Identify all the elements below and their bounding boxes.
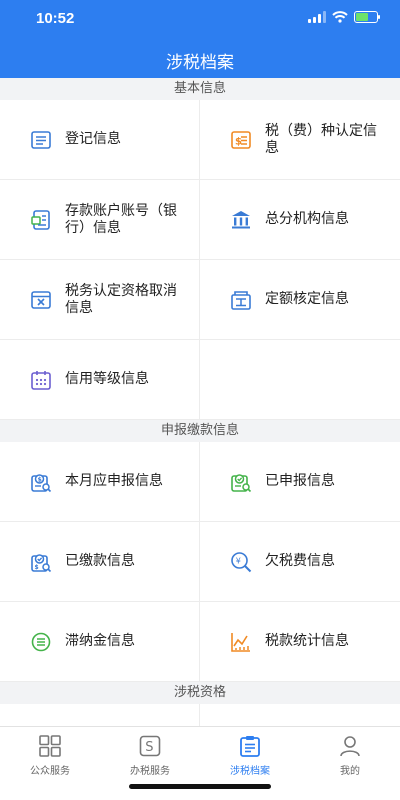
tab-label: 公众服务: [30, 766, 70, 777]
svg-text:$: $: [35, 564, 39, 571]
basic-info-grid: 登记信息 $ 税（费）种认定信息 存款账户账号（银行）信息 总分机构信息 税务认…: [0, 100, 400, 420]
tax-qualification-grid: [0, 704, 400, 726]
menu-item-overdue-tax[interactable]: ¥ 欠税费信息: [200, 522, 400, 602]
menu-item-quota[interactable]: 定额核定信息: [200, 260, 400, 340]
tab-label: 我的: [340, 766, 360, 777]
menu-item-label: 已申报信息: [265, 473, 335, 489]
empty-cell: [0, 704, 200, 726]
menu-item-declared[interactable]: 已申报信息: [200, 442, 400, 522]
menu-item-credit-level[interactable]: 信用等级信息: [0, 340, 200, 420]
menu-item-qualification-cancel[interactable]: 税务认定资格取消信息: [0, 260, 200, 340]
tab-mine[interactable]: 我的: [300, 727, 400, 800]
page-title: 涉税档案: [166, 53, 234, 73]
menu-item-label: 滞纳金信息: [65, 633, 135, 649]
svg-text:S: S: [145, 740, 153, 755]
archive-content[interactable]: 基本信息 登记信息 $ 税（费）种认定信息 存款账户账号（银行）信息 总分机构信…: [0, 78, 400, 726]
menu-item-label: 本月应申报信息: [65, 473, 163, 489]
declaration-grid: $ 本月应申报信息 已申报信息 $ 已缴款信息 ¥ 欠税费信息 滞纳金信息 税款…: [0, 442, 400, 682]
empty-cell: [200, 340, 400, 420]
menu-item-label: 欠税费信息: [265, 553, 335, 569]
tab-tax-archive[interactable]: 涉税档案: [200, 727, 300, 800]
status-icons: [308, 11, 380, 23]
svg-text:$: $: [235, 136, 242, 147]
wifi-icon: [332, 11, 348, 23]
menu-item-label: 税务认定资格取消信息: [65, 282, 177, 316]
service-s-icon: S: [139, 735, 161, 757]
menu-item-tax-stats[interactable]: 税款统计信息: [200, 602, 400, 682]
archive-icon: [240, 736, 260, 757]
svg-text:$: $: [38, 476, 42, 483]
tax-type-icon: $: [230, 129, 252, 151]
home-indicator: [129, 784, 271, 789]
menu-item-label: 登记信息: [65, 131, 121, 147]
menu-item-label: 已缴款信息: [65, 553, 135, 569]
institution-icon: [230, 209, 252, 231]
section-header-tax-qualification: 涉税资格: [0, 682, 400, 704]
app-header: 10:52 涉税档案: [0, 0, 400, 78]
status-bar: 10:52: [0, 0, 400, 40]
menu-item-label: 总分机构信息: [265, 211, 349, 227]
menu-item-institution[interactable]: 总分机构信息: [200, 180, 400, 260]
tab-label: 办税服务: [130, 766, 170, 777]
section-header-basic-info: 基本信息: [0, 78, 400, 100]
menu-item-label: 存款账户账号（银行）信息: [65, 202, 177, 236]
menu-item-tax-type[interactable]: $ 税（费）种认定信息: [200, 100, 400, 180]
tab-public-service[interactable]: 公众服务: [0, 727, 100, 800]
menu-item-registration[interactable]: 登记信息: [0, 100, 200, 180]
late-fee-icon: [30, 631, 52, 653]
tax-stats-icon: [230, 631, 252, 653]
user-icon: [340, 736, 360, 757]
grid-icon: [39, 735, 61, 757]
menu-item-label: 定额核定信息: [265, 291, 349, 307]
menu-item-label: 税（费）种认定信息: [265, 122, 377, 156]
overdue-tax-icon: ¥: [230, 551, 252, 573]
menu-item-label: 税款统计信息: [265, 633, 349, 649]
menu-item-bank-account[interactable]: 存款账户账号（银行）信息: [0, 180, 200, 260]
paid-icon: $: [30, 551, 52, 573]
register-doc-icon: [30, 129, 52, 151]
menu-item-monthly-declare[interactable]: $ 本月应申报信息: [0, 442, 200, 522]
battery-icon: [354, 11, 380, 23]
menu-item-paid[interactable]: $ 已缴款信息: [0, 522, 200, 602]
tab-label: 涉税档案: [230, 766, 270, 777]
menu-item-label: 信用等级信息: [65, 371, 149, 387]
menu-item-late-fee[interactable]: 滞纳金信息: [0, 602, 200, 682]
qualification-cancel-icon: [30, 289, 52, 311]
declared-icon: [230, 471, 252, 493]
status-time: 10:52: [36, 10, 75, 27]
svg-text:¥: ¥: [236, 556, 241, 565]
signal-icon: [308, 11, 326, 23]
calendar-icon: [30, 369, 52, 391]
bank-account-icon: [30, 209, 52, 231]
monthly-declare-icon: $: [30, 471, 52, 493]
tab-tax-service[interactable]: S 办税服务: [100, 727, 200, 800]
empty-cell: [200, 704, 400, 726]
section-header-declaration: 申报缴款信息: [0, 420, 400, 442]
quota-icon: [230, 289, 252, 311]
